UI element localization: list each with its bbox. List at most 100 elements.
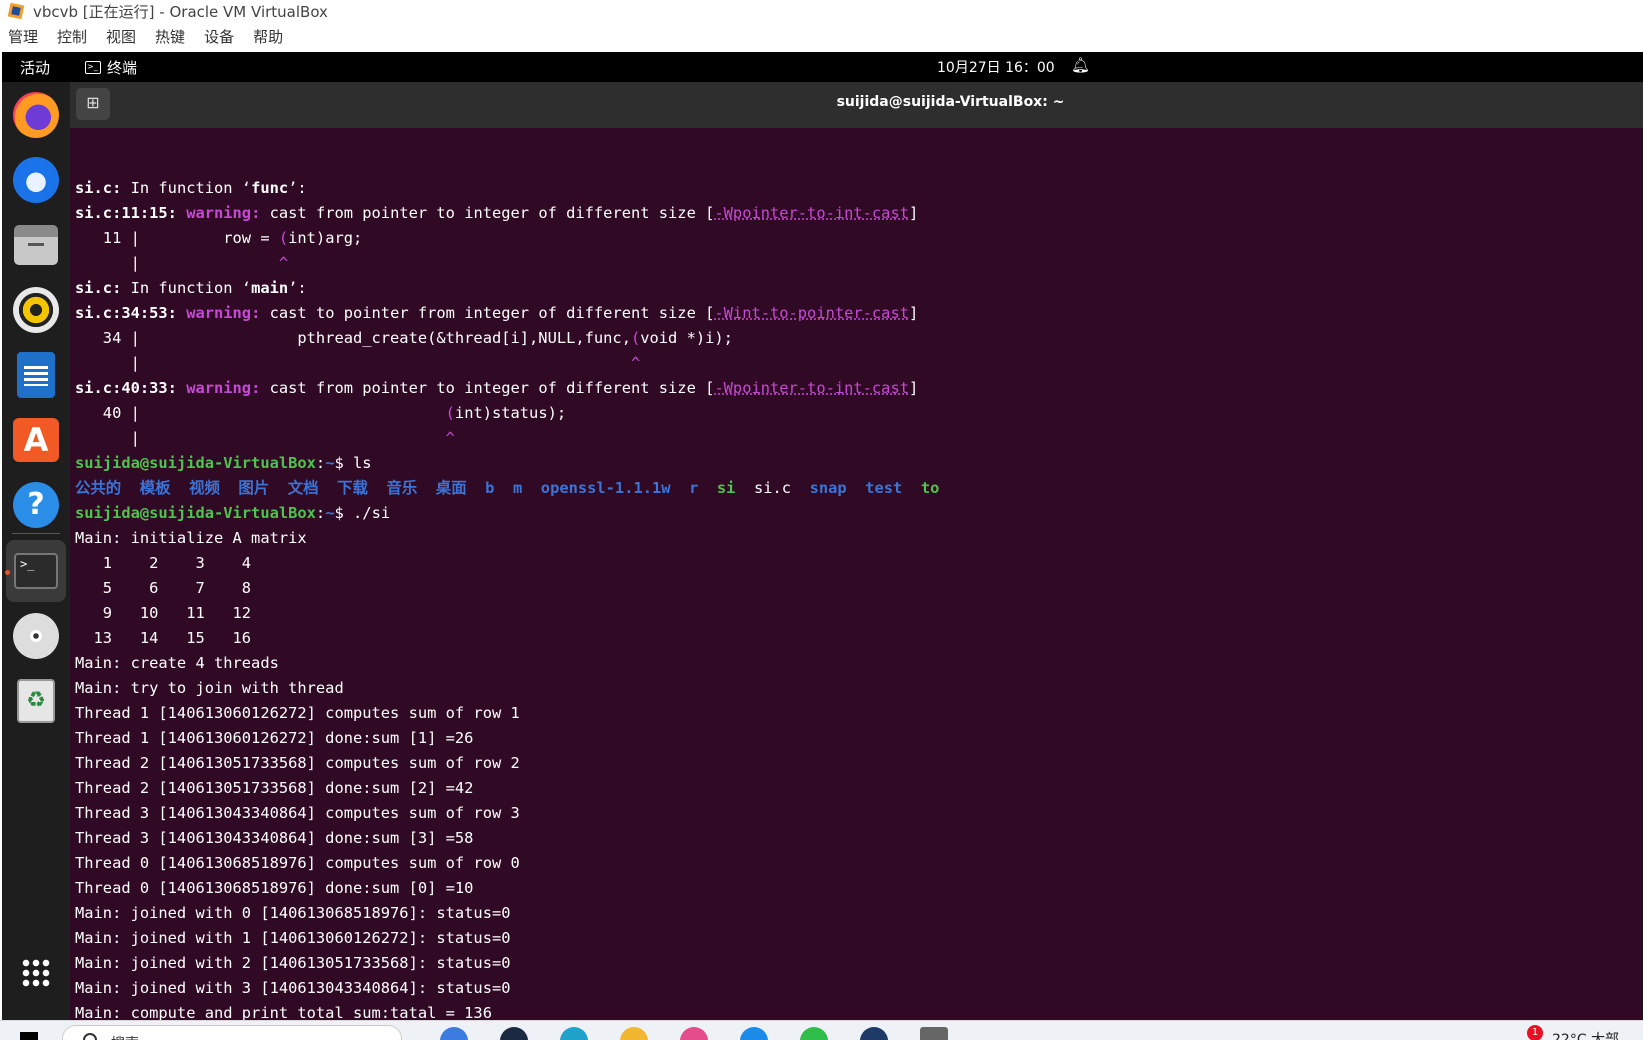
terminal-text: : (315, 454, 326, 472)
terminal-body[interactable]: si.c: In function ‘func’: si.c:11:15: war… (70, 128, 1643, 1020)
typed-command: ls (343, 454, 372, 472)
terminal-text: 1 2 3 4 (75, 554, 252, 572)
program-output-line: Thread 3 [140613043340864] computes sum … (75, 801, 520, 826)
taskbar-app-icon[interactable] (920, 1027, 948, 1040)
terminal-text: Main: try to join with thread (75, 679, 344, 697)
menu-devices[interactable]: 设备 (204, 26, 234, 47)
dock-rhythmbox[interactable] (6, 279, 66, 341)
taskbar-search[interactable]: 搜索 (62, 1025, 402, 1040)
virtualbox-logo-icon (7, 2, 27, 20)
dock-software[interactable]: A (6, 409, 66, 471)
compiler-output-line: si.c:40:33: warning: cast from pointer t… (75, 376, 918, 401)
terminal-text: si.c: (75, 279, 122, 297)
prompt-user: suijida@suijida-VirtualBox (75, 454, 316, 472)
terminal-text: int)arg; (288, 229, 363, 247)
clock[interactable]: 10月27日 16：00 (937, 57, 1055, 77)
ls-entry: r (689, 479, 699, 497)
ls-entry: 音乐 (386, 479, 418, 497)
caret-marker: ( (278, 229, 289, 247)
terminal-text: | (75, 254, 279, 272)
menu-manage[interactable]: 管理 (8, 26, 38, 47)
app-menu[interactable]: >_ 终端 (85, 57, 137, 78)
ls-entry: si.c (754, 479, 792, 497)
dock-firefox[interactable] (6, 84, 66, 146)
taskbar-app-icon[interactable] (740, 1027, 768, 1040)
program-output-line: Main: joined with 0 [140613068518976]: s… (75, 901, 511, 926)
caret-marker: ( (445, 404, 455, 422)
taskbar-app-icon[interactable] (620, 1027, 648, 1040)
ls-entry: test (865, 479, 903, 497)
dock-separator (12, 533, 60, 534)
prompt-line: suijida@suijida-VirtualBox:~$ ls (75, 451, 372, 476)
ls-entry: to (920, 479, 940, 497)
wechat-icon[interactable] (800, 1027, 828, 1040)
files-icon (14, 225, 58, 265)
terminal-text: 9 10 11 12 (75, 604, 252, 622)
terminal-text: Thread 2 [140613051733568] done:sum [2] … (75, 779, 474, 797)
dock-show-apps[interactable] (6, 942, 66, 1004)
terminal-text: Thread 0 [140613068518976] computes sum … (75, 854, 520, 872)
dock-trash[interactable]: ♻ (6, 670, 66, 732)
dock-help[interactable]: ? (6, 474, 66, 536)
terminal-text: func (251, 179, 289, 197)
program-output-line: Thread 3 [140613043340864] done:sum [3] … (75, 826, 473, 851)
app-menu-label: 终端 (107, 59, 138, 77)
compiler-output-line: 34 | pthread_create(&thread[i],NULL,func… (75, 326, 733, 351)
taskbar-app-icon[interactable] (680, 1027, 708, 1040)
program-output-line: 5 6 7 8 (75, 576, 251, 601)
menu-control[interactable]: 控制 (57, 26, 87, 47)
ls-output-line: 公共的 模板 视频 图片 文档 下载 音乐 桌面 b m openssl-1.1… (75, 476, 939, 501)
program-output-line: Thread 2 [140613051733568] done:sum [2] … (75, 776, 473, 801)
terminal-text: : (315, 504, 326, 522)
edge-icon[interactable] (560, 1027, 588, 1040)
running-indicator (5, 570, 10, 575)
terminal-text: In function ‘ (121, 279, 252, 297)
notification-badge: 1 (1527, 1025, 1543, 1040)
activities-button[interactable]: 活动 (20, 57, 50, 78)
program-output-line: Main: joined with 3 [140613043340864]: s… (75, 976, 511, 1001)
terminal-text: | (75, 354, 631, 372)
ls-entry: 模板 (139, 479, 171, 497)
vbox-title-bar: vbcvb [正在运行] - Oracle VM VirtualBox (0, 0, 1643, 22)
program-output-line: 9 10 11 12 (75, 601, 251, 626)
trash-icon: ♻ (17, 679, 55, 723)
taskbar-app-icon[interactable] (440, 1027, 468, 1040)
terminal-header: ⊞ suijida@suijida-VirtualBox: ~ (70, 82, 1643, 128)
caret-marker: ^ (278, 254, 289, 272)
program-output-line: 1 2 3 4 (75, 551, 251, 576)
bell-icon[interactable]: 🔔︎ (1071, 56, 1090, 74)
terminal-text: cast to pointer from integer of differen… (260, 304, 715, 322)
terminal-text: Main: joined with 3 [140613043340864]: s… (75, 979, 511, 997)
ls-entry: m (512, 479, 523, 497)
terminal-text: Thread 3 [140613043340864] computes sum … (75, 804, 520, 822)
menu-hotkeys[interactable]: 热键 (155, 26, 185, 47)
dock-files[interactable] (6, 214, 66, 276)
windows-start-icon[interactable] (20, 1032, 38, 1040)
dock-thunderbird[interactable] (6, 149, 66, 211)
menu-view[interactable]: 视图 (106, 26, 136, 47)
menu-help[interactable]: 帮助 (253, 26, 283, 47)
taskbar-app-icon[interactable] (500, 1027, 528, 1040)
writer-icon (17, 352, 55, 398)
terminal-text: ] (908, 204, 919, 222)
dock-terminal[interactable]: >_ (6, 540, 66, 602)
terminal-text: Main: compute and print total sum:tatal … (75, 1004, 492, 1020)
weather-widget[interactable]: 22°C 大部 (1552, 1029, 1619, 1040)
program-output-line: Main: create 4 threads (75, 651, 279, 676)
program-output-line: Thread 0 [140613068518976] done:sum [0] … (75, 876, 473, 901)
cd-icon (13, 613, 59, 659)
virtualbox-taskbar-icon[interactable] (860, 1027, 888, 1040)
terminal-text: 40 | (75, 404, 446, 422)
dock-writer[interactable] (6, 344, 66, 406)
terminal-text: Thread 2 [140613051733568] computes sum … (75, 754, 520, 772)
program-output-line: Main: try to join with thread (75, 676, 344, 701)
software-store-icon: A (13, 418, 59, 462)
ls-entry: si (716, 479, 736, 497)
ls-entry: 桌面 (435, 479, 467, 497)
terminal-text: void *)i); (640, 329, 733, 347)
vbox-window-title: vbcvb [正在运行] - Oracle VM VirtualBox (33, 2, 328, 21)
dock-cd[interactable] (6, 605, 66, 667)
terminal-title: suijida@suijida-VirtualBox: ~ (836, 94, 1065, 110)
